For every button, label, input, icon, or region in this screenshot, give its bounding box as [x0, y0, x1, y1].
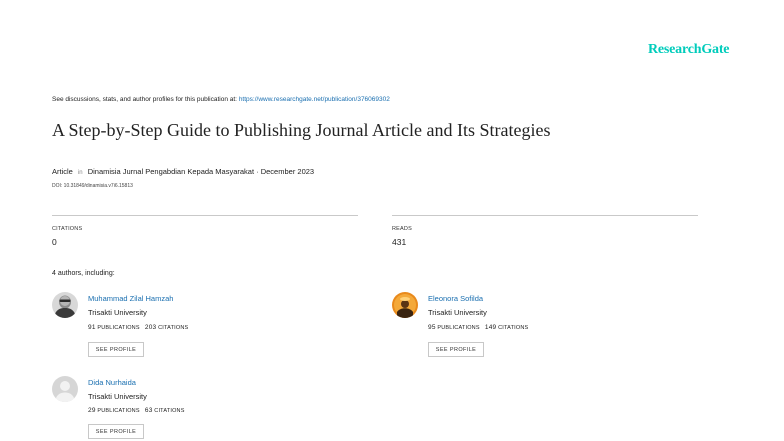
article-doi: DOI: 10.31849/dinamisia.v7i6.15813	[52, 183, 133, 189]
authors-heading: 4 authors, including:	[52, 270, 115, 277]
article-type: Article	[52, 167, 73, 176]
author-citations: 149	[484, 324, 497, 331]
author-citations: 63	[144, 407, 153, 414]
citations-value: 0	[52, 237, 57, 247]
publication-title: A Step-by-Step Guide to Publishing Journ…	[52, 120, 551, 140]
reads-label: READS	[392, 226, 412, 232]
author-avatar[interactable]	[52, 376, 78, 402]
discussion-prefix: See discussions, stats, and author profi…	[52, 96, 237, 103]
author-name[interactable]: Muhammad Zilal Hamzah	[88, 294, 173, 303]
divider-citations	[52, 215, 358, 216]
author-stats: 29 PUBLICATIONS 63 CITATIONS	[88, 407, 185, 414]
author-publications: 29	[88, 407, 96, 414]
reads-value: 431	[392, 237, 407, 247]
author-photo-icon	[392, 292, 418, 318]
author-stats: 91 PUBLICATIONS 203 CITATIONS	[88, 324, 189, 331]
author-affiliation: Trisakti University	[88, 392, 147, 401]
default-avatar-icon	[52, 376, 78, 402]
author-affiliation: Trisakti University	[428, 308, 487, 317]
article-info: Article in Dinamisia Jurnal Pengabdian K…	[52, 167, 314, 176]
author-publications: 95	[428, 324, 436, 331]
publication-link[interactable]: https://www.researchgate.net/publication…	[239, 96, 390, 103]
author-name[interactable]: Eleonora Sofilda	[428, 294, 483, 303]
see-profile-button[interactable]: SEE PROFILE	[88, 342, 144, 357]
citations-label: CITATIONS	[52, 226, 83, 232]
in-label: in	[77, 170, 83, 176]
author-citations: 203	[144, 324, 157, 331]
see-profile-button[interactable]: SEE PROFILE	[88, 424, 144, 439]
author-name[interactable]: Dida Nurhaida	[88, 378, 136, 387]
author-avatar[interactable]	[392, 292, 418, 318]
divider-reads	[392, 215, 698, 216]
researchgate-logo[interactable]: ResearchGate	[648, 42, 730, 58]
author-stats: 95 PUBLICATIONS 149 CITATIONS	[428, 324, 529, 331]
author-publications: 91	[88, 324, 96, 331]
article-venue: Dinamisia Jurnal Pengabdian Kepada Masya…	[87, 167, 315, 176]
author-avatar[interactable]	[52, 292, 78, 318]
see-profile-button[interactable]: SEE PROFILE	[428, 342, 484, 357]
author-affiliation: Trisakti University	[88, 308, 147, 317]
discussion-line: See discussions, stats, and author profi…	[52, 96, 390, 103]
author-photo-icon	[52, 292, 78, 318]
